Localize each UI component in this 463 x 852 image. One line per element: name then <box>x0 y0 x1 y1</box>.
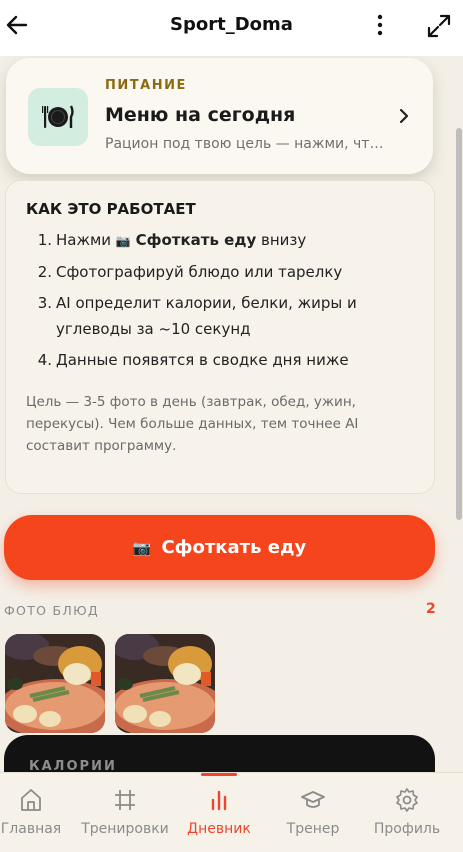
step-number: 1. <box>37 231 52 249</box>
home-icon <box>21 789 41 811</box>
chevron-right-icon[interactable] <box>396 106 412 126</box>
tab-workouts[interactable]: Тренировки <box>79 773 171 852</box>
menu-title: Меню на сегодня <box>105 104 296 126</box>
step-text: Данные появятся в сводке дня ниже <box>56 351 349 369</box>
photos-count: 2 <box>426 601 436 617</box>
app-title: Sport_Doma <box>170 14 293 35</box>
workouts-icon <box>115 790 135 810</box>
menu-icon-box <box>28 88 88 146</box>
step-number: 3. <box>37 294 52 312</box>
menu-eyebrow: ПИТАНИЕ <box>105 78 187 93</box>
bottom-tab-bar: Главная Тренировки Дневник Тренер Профил… <box>0 772 463 852</box>
scrollbar-thumb[interactable] <box>456 128 462 520</box>
app-bar: Sport_Doma <box>0 0 463 56</box>
menu-subtitle: Рацион под твою цель — нажми, что... <box>105 136 385 152</box>
how-it-works-note: Цель — 3-5 фото в день (завтрак, обед, у… <box>26 394 359 454</box>
step-text: AI определит калории, белки, жиры и угле… <box>56 294 357 338</box>
step-item: 4. Данные появятся в сводке дня ниже <box>26 347 416 373</box>
snap-food-label: Сфоткать еду <box>161 537 307 558</box>
step-bold-text: Сфоткать еду <box>135 231 257 249</box>
step-number: 2. <box>37 263 52 281</box>
steps-list: 1. Нажми 📷 Сфоткать еду внизу 2. Сфотогр… <box>26 227 416 378</box>
gear-icon <box>396 788 418 812</box>
photos-heading: ФОТО БЛЮД <box>4 603 99 618</box>
step-text-pre: Нажми <box>56 231 116 249</box>
how-it-works-title: КАК ЭТО РАБОТАЕТ <box>26 200 196 218</box>
step-item: 3. AI определит калории, белки, жиры и у… <box>26 290 416 342</box>
food-photo-thumbnail[interactable] <box>5 634 105 733</box>
step-text: Сфотографируй блюдо или тарелку <box>56 263 343 281</box>
bar-chart-icon <box>211 790 227 811</box>
camera-icon: 📷 <box>115 234 131 248</box>
menu-today-card[interactable]: ПИТАНИЕ Меню на сегодня Рацион под твою … <box>6 58 433 174</box>
step-item: 2. Сфотографируй блюдо или тарелку <box>26 259 416 285</box>
food-photo-image <box>5 634 105 733</box>
tab-label: Профиль <box>373 821 441 837</box>
snap-food-button[interactable]: 📷 Сфоткать еду <box>4 515 435 580</box>
more-vertical-icon[interactable] <box>370 12 390 38</box>
expand-icon[interactable] <box>426 13 452 39</box>
graduation-cap-icon <box>301 791 325 808</box>
food-photo-image <box>115 634 215 733</box>
how-it-works-card: КАК ЭТО РАБОТАЕТ 1. Нажми 📷 Сфоткать еду… <box>5 180 435 494</box>
tab-coach[interactable]: Тренер <box>267 773 359 852</box>
food-photo-thumbnail[interactable] <box>115 634 215 733</box>
plate-cutlery-icon <box>42 105 74 128</box>
tab-home[interactable]: Главная <box>0 773 77 852</box>
step-item: 1. Нажми 📷 Сфоткать еду внизу <box>26 227 416 254</box>
tab-profile[interactable]: Профиль <box>361 773 453 852</box>
camera-icon: 📷 <box>132 538 152 557</box>
step-text-post: внизу <box>256 231 307 249</box>
step-text: Нажми 📷 Сфоткать еду внизу <box>56 227 416 254</box>
tab-diary[interactable]: Дневник <box>173 773 265 852</box>
step-number: 4. <box>37 351 52 369</box>
